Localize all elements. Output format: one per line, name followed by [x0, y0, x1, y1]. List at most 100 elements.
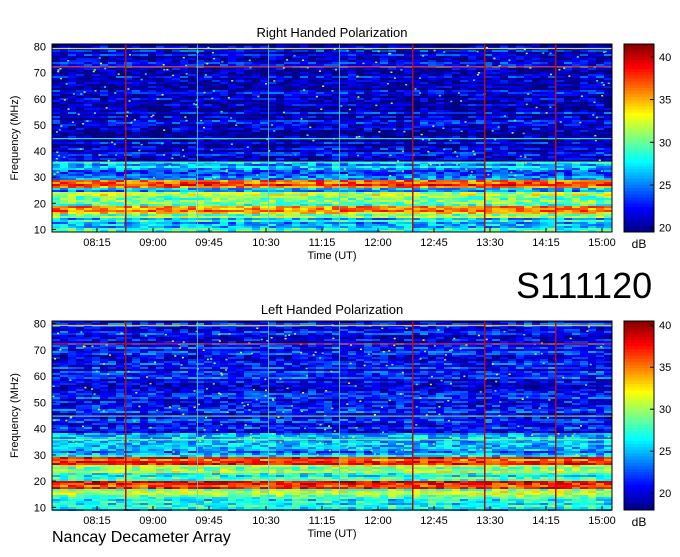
spectrogram-cell: [396, 134, 404, 136]
spectrogram-cell: [68, 98, 76, 100]
spectrogram-cell: [228, 104, 236, 106]
spectrogram-cell: [324, 184, 332, 186]
spectrogram-cell: [540, 68, 548, 70]
spectrogram-cell: [76, 152, 84, 154]
spectrogram-cell: [516, 56, 524, 58]
spectrogram-cell: [492, 144, 500, 146]
spectrogram-cell: [452, 124, 460, 126]
spectrogram-cell: [140, 152, 148, 154]
spectrogram-cell: [268, 70, 276, 72]
spectrogram-cell: [308, 122, 316, 124]
spectrogram-cell: [452, 86, 460, 88]
spectrogram-cell: [204, 152, 212, 154]
spectrogram-cell: [156, 126, 164, 128]
spectrogram-cell: [420, 114, 428, 116]
spectrogram-cell: [428, 100, 436, 102]
spectrogram-cell: [68, 178, 76, 180]
spectrogram-cell: [396, 132, 404, 134]
spectrogram-cell: [572, 168, 580, 170]
spectrogram-cell: [228, 56, 236, 58]
spectrogram-cell: [100, 46, 108, 48]
spectrogram-cell: [212, 64, 220, 66]
spectrogram-cell: [380, 180, 388, 182]
spectrogram-cell: [556, 116, 564, 118]
spectrogram-cell: [404, 166, 412, 168]
spectrogram-cell: [180, 146, 188, 148]
spectrogram-cell: [308, 98, 316, 100]
spectrogram-cell: [572, 140, 580, 142]
spectrogram-cell: [548, 146, 556, 148]
spectrogram-cell: [212, 68, 220, 70]
spectrogram-cell: [444, 72, 452, 74]
spectrogram-cell: [556, 102, 564, 104]
spectrogram-cell: [580, 92, 588, 94]
spectrogram-cell: [116, 114, 124, 116]
spectrogram-cell: [148, 54, 156, 56]
spectrogram-cell: [524, 178, 532, 180]
spectrogram-cell: [268, 116, 276, 118]
spectrogram-cell: [60, 154, 68, 156]
spectrogram-cell: [236, 80, 244, 82]
spectrogram-cell: [508, 84, 516, 86]
spectrogram-cell: [204, 120, 212, 122]
spectrogram-cell: [556, 96, 564, 98]
spectrogram-cell: [452, 172, 460, 174]
spectrogram-cell: [236, 126, 244, 128]
spectrogram-cell: [204, 104, 212, 106]
spectrogram-cell: [596, 156, 604, 158]
spectrogram-cell: [340, 146, 348, 148]
spectrogram-cell: [572, 132, 580, 134]
spectrogram-cell: [428, 80, 436, 82]
spectrogram-cell: [156, 176, 164, 178]
spectrogram-cell: [132, 130, 140, 132]
spectrogram-cell: [604, 128, 612, 130]
spectrogram-cell: [52, 100, 60, 102]
spectrogram-cell: [364, 110, 372, 112]
spectrogram-cell: [260, 76, 268, 78]
spectrogram-cell: [228, 68, 236, 70]
spectrogram-cell: [100, 116, 108, 118]
spectrogram-cell: [148, 124, 156, 126]
spectrogram-cell: [396, 106, 404, 108]
spectrogram-cell: [420, 92, 428, 94]
spectrogram-cell: [220, 84, 228, 86]
spectrogram-cell: [276, 62, 284, 64]
spectrogram-cell: [116, 146, 124, 148]
spectrogram-cell: [276, 158, 284, 160]
spectrogram-cell: [532, 180, 540, 182]
spectrogram-cell: [428, 64, 436, 66]
spectrogram-cell: [540, 172, 548, 174]
spectrogram-cell: [500, 158, 508, 160]
spectrogram-cell: [476, 110, 484, 112]
spectrogram-cell: [92, 118, 100, 120]
spectrogram-cell: [172, 98, 180, 100]
spectrogram-cell: [140, 176, 148, 178]
spectrogram-cell: [292, 114, 300, 116]
spectrogram-cell: [164, 178, 172, 180]
spectrogram-cell: [556, 108, 564, 110]
spectrogram-cell: [132, 186, 140, 188]
spectrogram-cell: [428, 180, 436, 182]
spectrogram-cell: [500, 132, 508, 134]
spectrogram-cell: [548, 56, 556, 58]
spectrogram-cell: [604, 80, 612, 82]
spectrogram-cell: [132, 102, 140, 104]
spectrogram-cell: [172, 122, 180, 124]
spectrogram-cell: [188, 64, 196, 66]
spectrogram-cell: [92, 92, 100, 94]
spectrogram-cell: [388, 50, 396, 52]
spectrogram-cell: [556, 62, 564, 64]
spectrogram-cell: [220, 92, 228, 94]
spectrogram-cell: [132, 112, 140, 114]
spectrogram-cell: [244, 164, 252, 166]
spectrogram-cell: [372, 80, 380, 82]
spectrogram-cell: [300, 128, 308, 130]
spectrogram-cell: [116, 74, 124, 76]
spectrogram-cell: [276, 118, 284, 120]
spectrogram-cell: [220, 154, 228, 156]
spectrogram-cell: [476, 182, 484, 184]
spectrogram-cell: [372, 142, 380, 144]
spectrogram-cell: [92, 80, 100, 82]
spectrogram-cell: [300, 184, 308, 186]
spectrogram-cell: [84, 82, 92, 84]
